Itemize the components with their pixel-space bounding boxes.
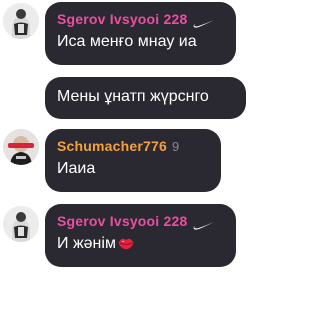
swoosh-icon: [193, 15, 215, 28]
avatar[interactable]: [3, 3, 39, 39]
message-text: Иса менғо мнау иа: [57, 33, 197, 50]
username[interactable]: Schumacher776: [57, 138, 167, 154]
avatar-image-icon: [3, 129, 39, 165]
swoosh-icon: [193, 217, 215, 230]
username[interactable]: Sgerov Ivsyooi 228: [57, 213, 187, 229]
avatar-image-icon: [3, 206, 39, 242]
message-line: И жәнім: [57, 234, 224, 256]
avatar-image-icon: [3, 3, 39, 39]
avatar[interactable]: [3, 206, 39, 242]
message-bubble[interactable]: Мены ұнатп жүрснго: [45, 77, 246, 119]
message-header: Sgerov Ivsyooi 228: [57, 211, 224, 231]
message-header: Schumacher776 9: [57, 136, 209, 156]
username[interactable]: Sgerov Ivsyooi 228: [57, 11, 187, 27]
lips-icon: [118, 236, 134, 256]
message-text: Иаиа: [57, 160, 96, 177]
chat-feed: Sgerov Ivsyooi 228 Иса менғо мнау иа Мен…: [0, 0, 252, 320]
message-text: Мены ұнатп жүрснго: [57, 88, 209, 105]
message-bubble[interactable]: Sgerov Ivsyooi 228 Иса менғо мнау иа: [45, 2, 236, 65]
avatar[interactable]: [3, 129, 39, 165]
message-bubble[interactable]: Sgerov Ivsyooi 228 И жәнім: [45, 204, 236, 267]
user-level: 9: [172, 138, 180, 154]
message-header: Sgerov Ivsyooi 228: [57, 9, 224, 29]
message-bubble[interactable]: Schumacher776 9 Иаиа: [45, 129, 221, 192]
message-text: И жәнім: [57, 235, 116, 252]
